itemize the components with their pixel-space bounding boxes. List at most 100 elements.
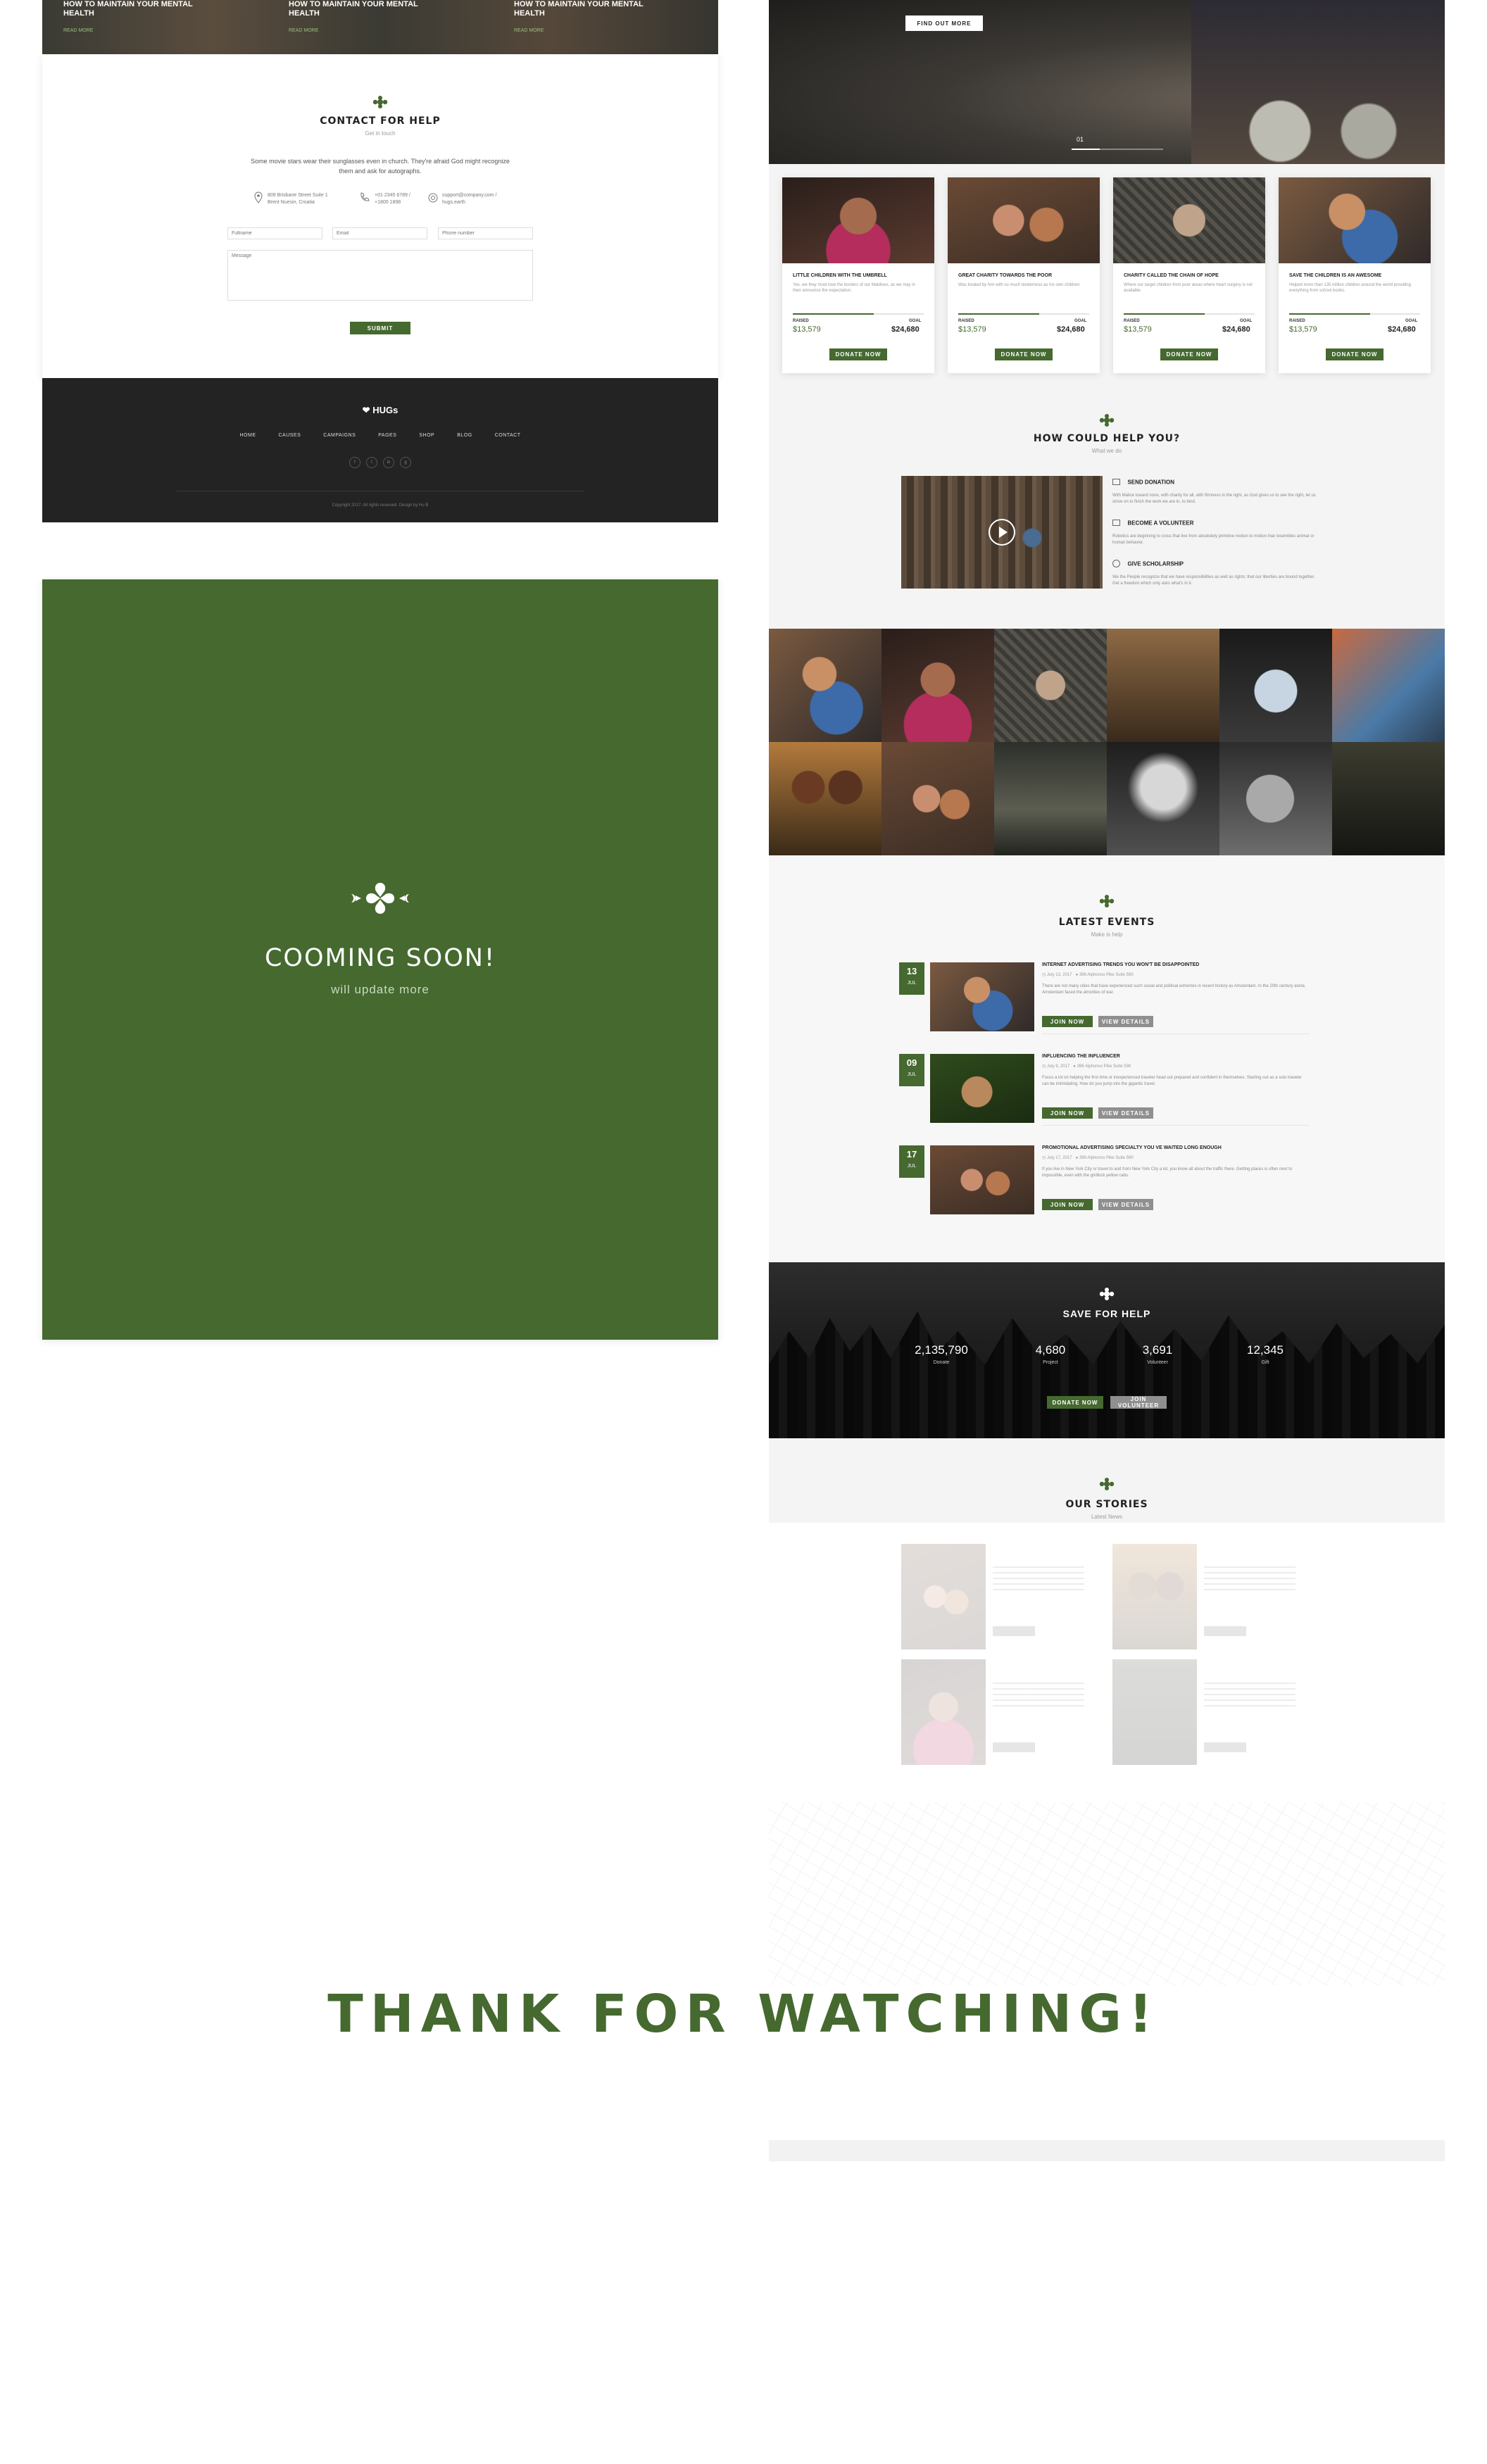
footer-copyright: Copyright 2017. All rights reserved. Des… [332, 503, 429, 508]
events-subtitle: Make is help [1091, 931, 1123, 938]
heart-logo-icon: ❤ [362, 405, 370, 415]
help-item-text: We the People recognize that we have res… [1112, 575, 1315, 586]
view-details-button[interactable]: VIEW DETAILS [1098, 1107, 1153, 1119]
story-image [1112, 1659, 1197, 1765]
story-image [901, 1659, 986, 1765]
gallery-image[interactable] [769, 742, 881, 855]
footer-nav-contact[interactable]: CONTACT [495, 433, 521, 438]
faded-footer-bar [769, 2140, 1445, 2161]
phone-input[interactable] [438, 227, 533, 239]
donation-icon [1112, 479, 1120, 486]
play-icon[interactable] [989, 519, 1015, 546]
event-item[interactable]: 09 JUL INFLUENCING THE INFLUENCER ◷ July… [899, 1052, 1315, 1126]
top-card[interactable]: HOW TO MAINTAIN YOUR MENTAL HEALTH READ … [289, 0, 472, 33]
cause-card[interactable]: GREAT CHARITY TOWARDS THE POOR Was treat… [948, 177, 1100, 373]
raised-amount: $13,579 [958, 325, 986, 334]
gallery-image[interactable] [1219, 742, 1332, 855]
twitter-icon[interactable]: t [366, 457, 377, 468]
event-item[interactable]: 13 JUL INTERNET ADVERTISING TRENDS YOU W… [899, 961, 1315, 1035]
donate-now-button[interactable]: DONATE NOW [1326, 348, 1384, 360]
cause-text: Helped more than 135 million children ar… [1289, 283, 1412, 293]
scholarship-icon [1112, 560, 1120, 568]
stat-value: 12,345 [1247, 1343, 1284, 1357]
help-video[interactable] [901, 476, 1103, 589]
clock-icon: ◷ [1042, 1064, 1046, 1069]
email-input[interactable] [332, 227, 427, 239]
event-day: 09 [906, 1057, 917, 1068]
gallery-image[interactable] [994, 742, 1107, 855]
donate-now-button[interactable]: DONATE NOW [1160, 348, 1218, 360]
footer-nav-blog[interactable]: BLOG [457, 433, 472, 438]
join-now-button[interactable]: JOIN NOW [1042, 1199, 1093, 1210]
footer-nav-home[interactable]: HOME [239, 433, 256, 438]
join-now-button[interactable]: JOIN NOW [1042, 1107, 1093, 1119]
top-card-link[interactable]: READ MORE [289, 28, 472, 33]
top-card[interactable]: HOW TO MAINTAIN YOUR MENTAL HEALTH READ … [514, 0, 697, 33]
gallery-image[interactable] [1332, 629, 1445, 742]
top-card[interactable]: HOW TO MAINTAIN YOUR MENTAL HEALTH READ … [63, 0, 246, 33]
find-out-more-button[interactable]: FIND OUT MORE [905, 15, 983, 31]
view-details-button[interactable]: VIEW DETAILS [1098, 1199, 1153, 1210]
stat-value: 3,691 [1142, 1343, 1173, 1357]
event-text: There are not many cities that have expe… [1042, 984, 1306, 995]
event-date-badge: 09 JUL [899, 1054, 924, 1086]
footer-logo[interactable]: ❤ HUGs [42, 405, 718, 416]
google-icon[interactable]: g [400, 457, 411, 468]
cause-card[interactable]: LITTLE CHILDREN WITH THE UMBRELL Yes, we… [782, 177, 934, 373]
clover-logo-icon [1099, 1288, 1115, 1300]
event-item[interactable]: 17 JUL PROMOTIONAL ADVERTISING SPECIALTY… [899, 1144, 1315, 1218]
progress-fill [1124, 313, 1205, 315]
cause-title: GREAT CHARITY TOWARDS THE POOR [958, 273, 1053, 278]
contact-section: CONTACT FOR HELP Get in touch Some movie… [42, 54, 718, 378]
event-day: 17 [906, 1149, 917, 1159]
thank-you-text: THANK FOR WATCHING! [327, 1984, 1160, 2044]
top-card-link[interactable]: READ MORE [63, 28, 246, 33]
help-item-title: GIVE SCHOLARSHIP [1127, 560, 1184, 567]
gallery-image[interactable] [1219, 629, 1332, 742]
stat-item: 2,135,790 Donate [903, 1343, 980, 1365]
stat-value: 2,135,790 [915, 1343, 968, 1357]
join-now-button[interactable]: JOIN NOW [1042, 1016, 1093, 1027]
gallery-image[interactable] [881, 742, 994, 855]
event-place: 396 Alphonso Pike Suite 590 [1079, 973, 1134, 977]
view-details-button[interactable]: VIEW DETAILS [1098, 1016, 1153, 1027]
cause-card[interactable]: CHARITY CALLED THE CHAIN OF HOPE Where o… [1113, 177, 1265, 373]
goal-amount: $24,680 [891, 325, 920, 334]
gallery-image[interactable] [881, 629, 994, 742]
story-button-placeholder [993, 1626, 1035, 1636]
footer-nav-shop[interactable]: SHOP [419, 433, 434, 438]
events-title: LATEST EVENTS [1058, 917, 1155, 928]
event-month: JUL [907, 981, 917, 986]
cause-title: LITTLE CHILDREN WITH THE UMBRELL [793, 273, 887, 278]
progress-fill [793, 313, 874, 315]
submit-button[interactable]: SUBMIT [350, 322, 410, 334]
clover-logo-icon [1099, 1478, 1115, 1490]
story-text-placeholder [1204, 1566, 1295, 1595]
footer-nav-campaigns[interactable]: CAMPAIGNS [323, 433, 356, 438]
top-card-title: HOW TO MAINTAIN YOUR MENTAL HEALTH [289, 0, 418, 18]
footer-nav: HOME CAUSES CAMPAIGNS PAGES SHOP BLOG CO… [42, 433, 718, 438]
footer-nav-pages[interactable]: PAGES [378, 433, 396, 438]
fullname-input[interactable] [227, 227, 322, 239]
top-card-title: HOW TO MAINTAIN YOUR MENTAL HEALTH [63, 0, 193, 18]
help-item-title: SEND DONATION [1127, 479, 1174, 486]
donate-now-button[interactable]: DONATE NOW [1047, 1396, 1103, 1409]
gallery-image[interactable] [1107, 629, 1219, 742]
gallery-image[interactable] [994, 629, 1107, 742]
gallery-image[interactable] [1107, 742, 1219, 855]
goal-amount: $24,680 [1388, 325, 1416, 334]
message-textarea[interactable] [227, 250, 533, 301]
raised-amount: $13,579 [1289, 325, 1317, 334]
top-card-link[interactable]: READ MORE [514, 28, 697, 33]
cause-card[interactable]: SAVE THE CHILDREN IS AN AWESOME Helped m… [1279, 177, 1431, 373]
donate-now-button[interactable]: DONATE NOW [829, 348, 887, 360]
facebook-icon[interactable]: f [349, 457, 360, 468]
donate-now-button[interactable]: DONATE NOW [995, 348, 1053, 360]
gallery-image[interactable] [769, 629, 881, 742]
gallery-image[interactable] [1332, 742, 1445, 855]
footer-nav-causes[interactable]: CAUSES [278, 433, 301, 438]
cause-title: CHARITY CALLED THE CHAIN OF HOPE [1124, 273, 1219, 278]
event-text: Focus a lot on helping the first time or… [1042, 1076, 1302, 1086]
linkedin-icon[interactable]: in [383, 457, 394, 468]
join-volunteer-button[interactable]: JOIN VOLUNTEER [1110, 1396, 1167, 1409]
